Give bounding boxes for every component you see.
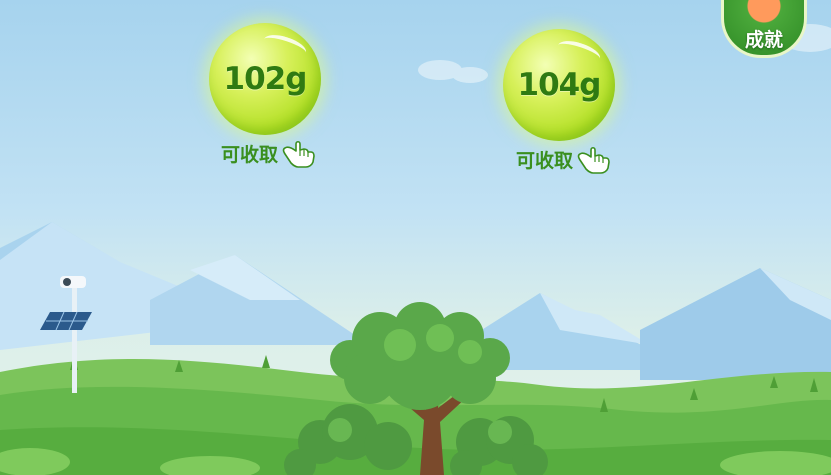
collect-label: 可收取 xyxy=(516,149,574,172)
energy-bubble-2[interactable]: 104g xyxy=(503,29,615,141)
hand-pointer-icon xyxy=(577,146,610,174)
background-scene xyxy=(0,24,831,475)
achievement-label: 成就 xyxy=(744,29,783,51)
hand-pointer-icon xyxy=(282,140,315,168)
collect-action-1[interactable]: 可收取 xyxy=(221,138,316,168)
energy-amount: 102g xyxy=(223,61,308,97)
collect-label: 可收取 xyxy=(221,143,279,166)
energy-amount: 104g xyxy=(517,67,602,103)
collect-action-2[interactable]: 可收取 xyxy=(516,144,611,174)
energy-bubble-1[interactable]: 102g xyxy=(209,23,321,135)
